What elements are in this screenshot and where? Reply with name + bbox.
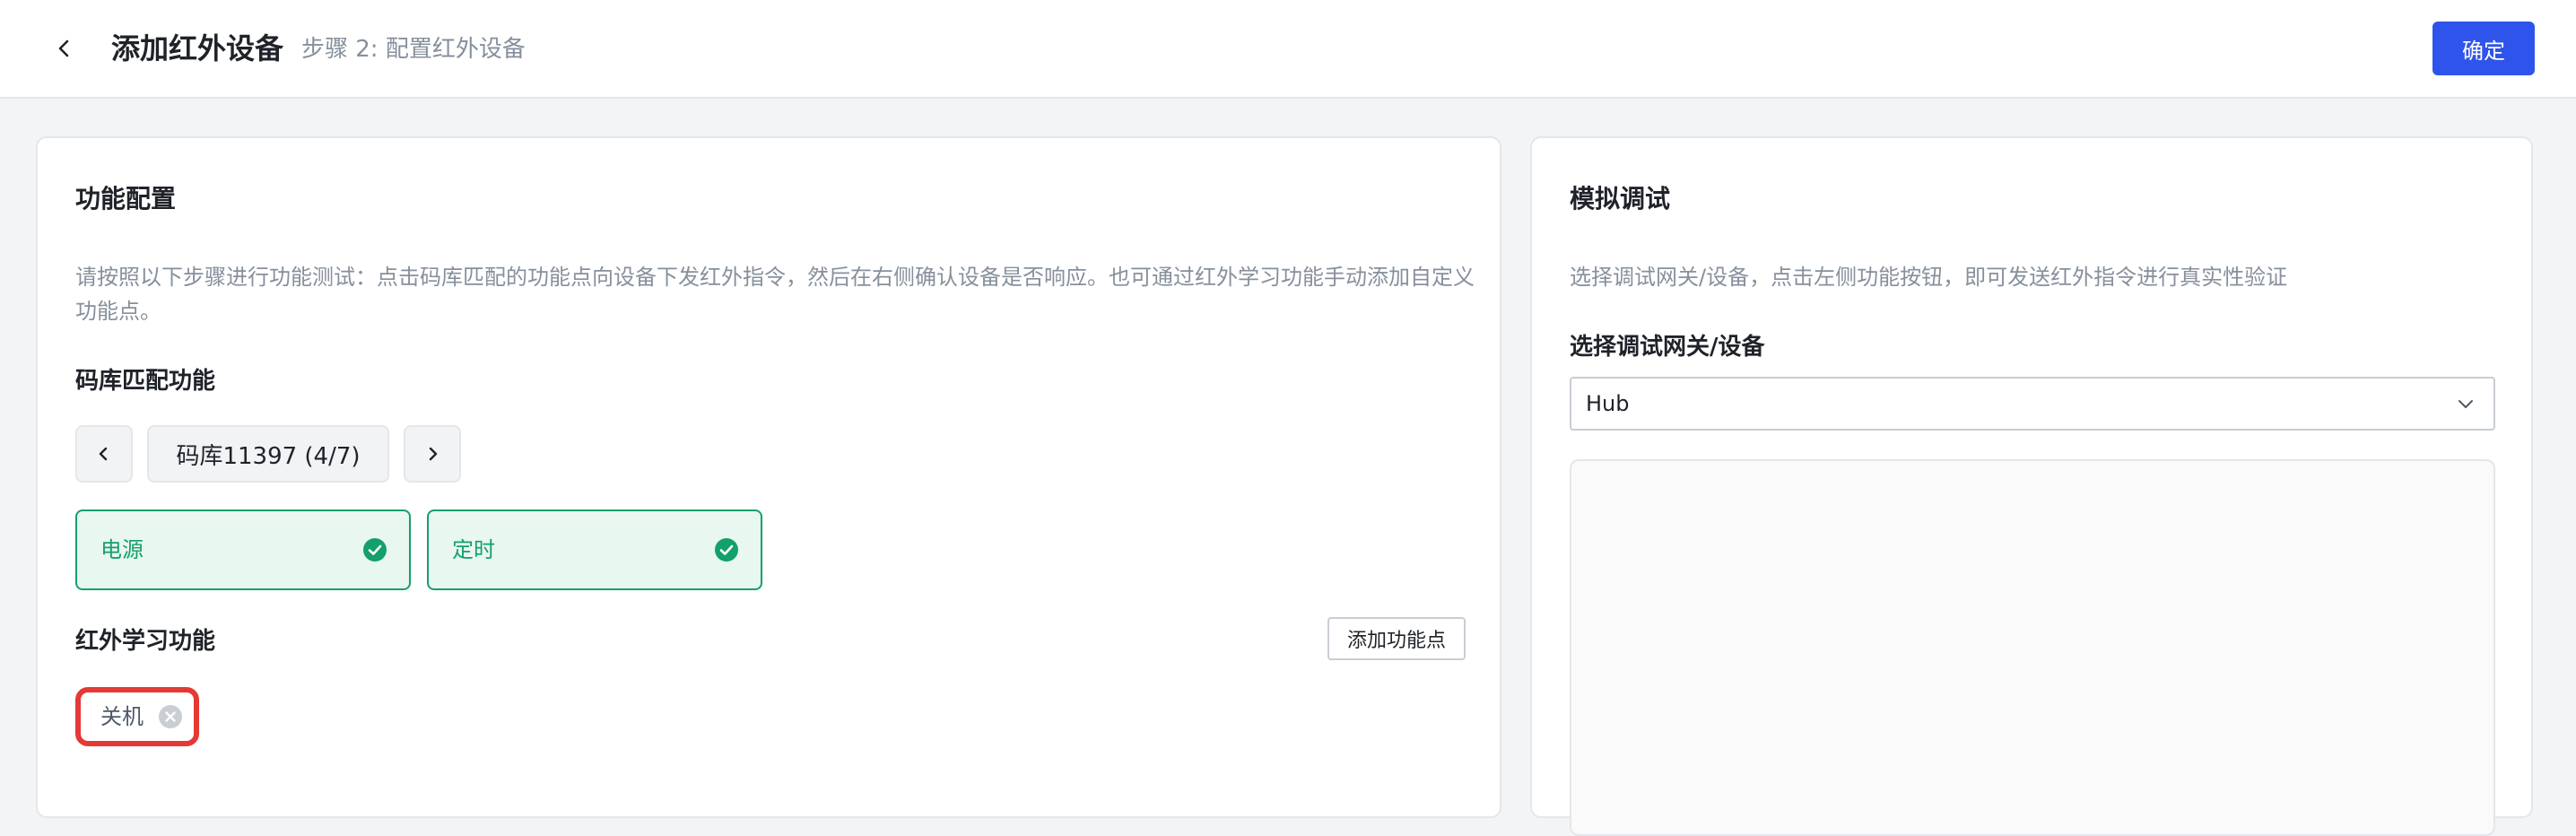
top-header: 添加红外设备 步骤 2: 配置红外设备 确定 [0, 0, 2576, 99]
page-title: 添加红外设备 [111, 31, 284, 65]
confirm-button[interactable]: 确定 [2432, 22, 2535, 75]
function-card-power[interactable]: 电源 [75, 509, 411, 590]
code-library-title: 码库匹配功能 [75, 368, 216, 395]
close-circle-icon[interactable] [158, 704, 183, 729]
prev-library-button[interactable] [75, 425, 133, 483]
check-circle-icon [363, 538, 387, 562]
function-config-title: 功能配置 [75, 184, 177, 213]
chevron-right-icon [429, 447, 438, 461]
add-function-button[interactable]: 添加功能点 [1327, 617, 1466, 660]
gateway-select-label: 选择调试网关/设备 [1570, 334, 1765, 361]
gateway-select-value: Hub [1586, 391, 1630, 416]
next-library-button[interactable] [404, 425, 461, 483]
function-label: 电源 [100, 537, 144, 562]
gateway-select[interactable]: Hub [1570, 377, 2495, 431]
step-indicator: 步骤 2: 配置红外设备 [301, 36, 526, 63]
simulation-panel [1570, 459, 2495, 836]
check-circle-icon [715, 538, 738, 562]
learned-function-label: 关机 [100, 704, 144, 729]
simulation-debug-description: 选择调试网关/设备，点击左侧功能按钮，即可发送红外指令进行真实性验证 [1570, 265, 2288, 290]
back-button[interactable] [48, 32, 81, 65]
function-card-timer[interactable]: 定时 [427, 509, 762, 590]
code-library-indicator: 码库11397 (4/7) [147, 425, 389, 483]
simulation-debug-card: 模拟调试 选择调试网关/设备，点击左侧功能按钮，即可发送红外指令进行真实性验证 … [1530, 136, 2533, 836]
learned-function-tag[interactable]: 关机 [75, 687, 199, 746]
chevron-down-icon [2459, 400, 2473, 408]
chevron-left-icon [99, 447, 108, 461]
function-label: 定时 [452, 537, 495, 562]
simulation-debug-title: 模拟调试 [1570, 184, 1671, 213]
chevron-left-icon [58, 39, 69, 57]
ir-learning-title: 红外学习功能 [75, 628, 216, 655]
function-config-card: 功能配置 请按照以下步骤进行功能测试：点击码库匹配的功能点向设备下发红外指令，然… [36, 136, 1501, 818]
function-config-description: 请按照以下步骤进行功能测试：点击码库匹配的功能点向设备下发红外指令，然后在右侧确… [75, 265, 1475, 324]
